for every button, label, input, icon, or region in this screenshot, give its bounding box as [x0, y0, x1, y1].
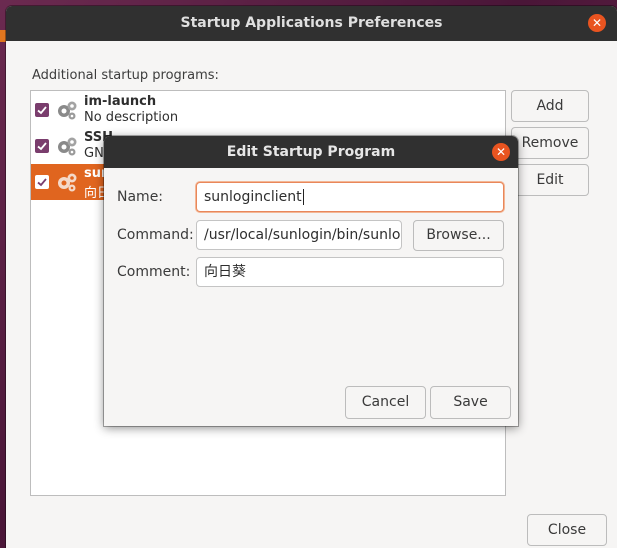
dialog-title: Edit Startup Program [226, 144, 396, 160]
add-button[interactable]: Add [511, 90, 589, 122]
comment-value: 向日葵 [204, 264, 246, 280]
dialog-close-icon[interactable]: ✕ [492, 143, 510, 161]
name-label: Name: [117, 189, 164, 205]
dialog-titlebar: Edit Startup Program ✕ [104, 136, 518, 168]
list-item[interactable]: im-launch No description [31, 92, 505, 128]
checkmark-icon [37, 178, 47, 187]
enabled-checkbox[interactable] [35, 175, 49, 189]
browse-button[interactable]: Browse... [413, 220, 504, 251]
comment-label: Comment: [117, 264, 191, 280]
gears-icon [58, 173, 77, 192]
window-title: Startup Applications Preferences [180, 15, 443, 31]
remove-button[interactable]: Remove [511, 127, 589, 159]
cancel-button[interactable]: Cancel [345, 386, 426, 419]
checkmark-icon [37, 106, 47, 115]
program-description: No description [84, 110, 179, 125]
save-button[interactable]: Save [430, 386, 511, 419]
enabled-checkbox[interactable] [35, 139, 49, 153]
text-caret [302, 189, 304, 205]
program-name: im-launch [84, 94, 157, 109]
window-titlebar: Startup Applications Preferences ✕ [6, 6, 617, 41]
command-field[interactable]: /usr/local/sunlogin/bin/sunlog [196, 220, 402, 250]
checkmark-icon [37, 142, 47, 151]
enabled-checkbox[interactable] [35, 103, 49, 117]
edit-startup-program-dialog: Edit Startup Program ✕ Name: sunlogincli… [104, 136, 518, 426]
name-field[interactable]: sunloginclient [196, 182, 504, 212]
name-value: sunloginclient [204, 189, 302, 205]
window-close-icon[interactable]: ✕ [588, 14, 606, 32]
command-label: Command: [117, 227, 194, 243]
section-label: Additional startup programs: [32, 68, 219, 83]
command-value: /usr/local/sunlogin/bin/sunlog [204, 227, 402, 243]
close-button[interactable]: Close [527, 514, 607, 546]
gears-icon [58, 101, 77, 120]
gears-icon [58, 137, 77, 156]
edit-button[interactable]: Edit [511, 164, 589, 196]
comment-field[interactable]: 向日葵 [196, 257, 504, 287]
